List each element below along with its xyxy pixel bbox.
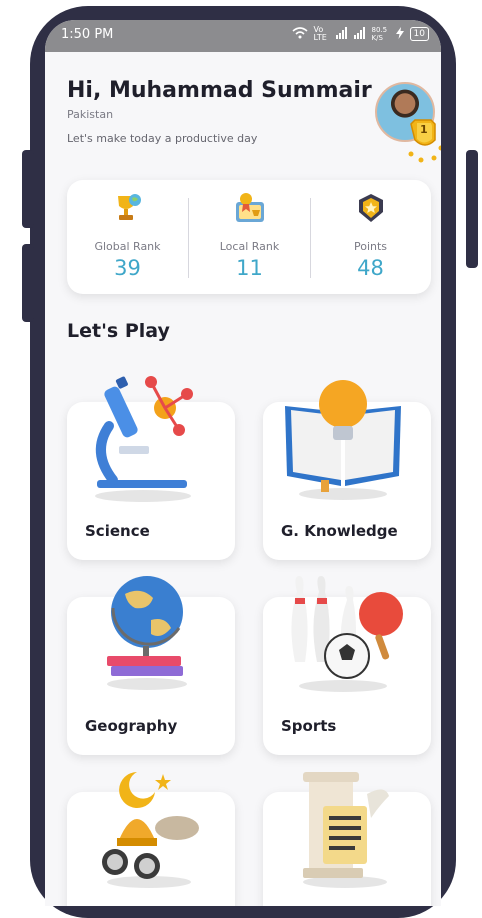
wifi-icon bbox=[292, 26, 308, 42]
power-button bbox=[466, 150, 478, 268]
history-column-icon bbox=[293, 768, 403, 892]
stat-label: Global Rank bbox=[94, 240, 161, 253]
user-country: Pakistan bbox=[67, 108, 114, 121]
stat-points[interactable]: Points 48 bbox=[310, 180, 431, 294]
category-label: Science bbox=[85, 522, 150, 540]
stat-value: 48 bbox=[357, 256, 384, 280]
network-speed: 80.5 K/S bbox=[371, 26, 388, 42]
volume-button-lower bbox=[22, 244, 34, 322]
rank-badge-icon: 1 bbox=[407, 118, 441, 168]
globe-icon bbox=[101, 570, 201, 694]
category-label: Sports bbox=[281, 717, 337, 735]
status-icons: Vo LTE 80.5 K/S 10 bbox=[292, 26, 429, 42]
greeting-title: Hi, Muhammad Summair bbox=[67, 78, 372, 103]
signal-icon-2 bbox=[353, 26, 366, 42]
stat-label: Points bbox=[353, 240, 388, 253]
stat-global-rank[interactable]: Global Rank 39 bbox=[67, 180, 188, 294]
category-label: Geography bbox=[85, 717, 178, 735]
volume-button bbox=[22, 150, 34, 228]
section-title: Let's Play bbox=[67, 320, 170, 342]
microscope-icon bbox=[83, 372, 203, 506]
category-label: G. Knowledge bbox=[281, 522, 398, 540]
islamic-crescent-icon bbox=[97, 768, 207, 892]
sports-icon bbox=[281, 572, 411, 696]
star-shield-icon bbox=[355, 192, 387, 226]
stat-label: Local Rank bbox=[219, 240, 280, 253]
tagline: Let's make today a productive day bbox=[67, 132, 258, 145]
signal-icon bbox=[335, 26, 348, 42]
book-bulb-icon bbox=[281, 376, 411, 504]
rank-badge-number: 1 bbox=[420, 123, 428, 136]
stats-card: Global Rank 39 Local Rank 11 Points 48 bbox=[67, 180, 431, 294]
app-screen: 1:50 PM Vo LTE 80.5 K/S 10 Hi, Muhammad … bbox=[45, 20, 441, 906]
battery-indicator: 10 bbox=[409, 27, 429, 41]
local-rank-icon bbox=[234, 192, 266, 226]
stat-value: 11 bbox=[236, 256, 263, 280]
stat-value: 39 bbox=[114, 256, 141, 280]
trophy-globe-icon bbox=[112, 192, 144, 226]
charging-icon bbox=[395, 26, 404, 42]
network-type-label: Vo LTE bbox=[313, 25, 327, 42]
status-time: 1:50 PM bbox=[61, 27, 114, 42]
status-bar: 1:50 PM Vo LTE 80.5 K/S 10 bbox=[45, 20, 441, 52]
stat-local-rank[interactable]: Local Rank 11 bbox=[189, 180, 310, 294]
